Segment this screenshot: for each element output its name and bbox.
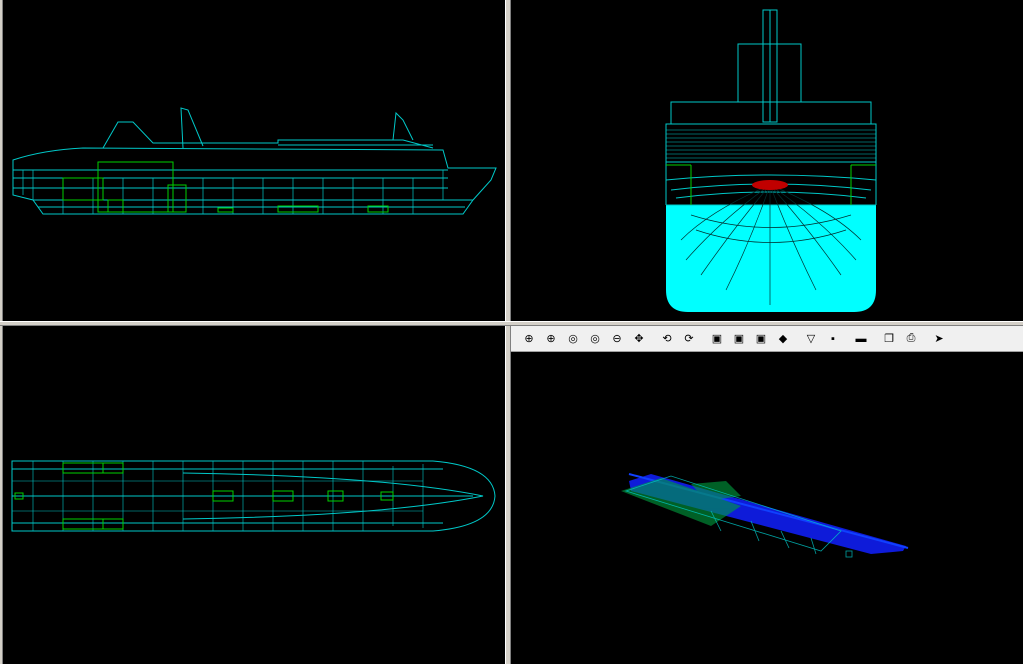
perspective-drawing [621,473,909,558]
body-plan-viewport[interactable] [511,0,1023,321]
perspective-viewport[interactable]: ⊕ ⊕ ◎ ◎ ⊖ ✥ ⟲ ⟳ ▣ ▣ ▣ ◆ ▽ ▪ ▬ ❐ ⎙ ➤ [511,326,1023,664]
body-plan-drawing [665,9,877,312]
plan-view-viewport[interactable] [3,326,505,664]
plan-view-drawing [11,460,496,532]
side-elevation-viewport[interactable] [3,0,505,321]
side-elevation-drawing [12,107,497,215]
viewport-horizontal-splitter[interactable] [0,321,1023,326]
viewport-vertical-splitter[interactable] [505,0,511,664]
